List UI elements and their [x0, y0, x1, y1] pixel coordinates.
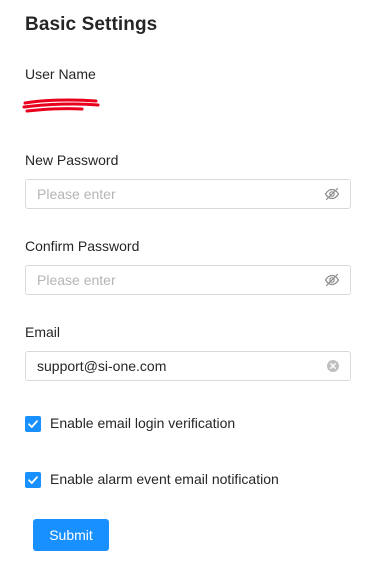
check-icon: [28, 420, 38, 428]
alarm-email-notification-label[interactable]: Enable alarm event email notification: [50, 471, 279, 487]
alarm-email-notification-checkbox[interactable]: [25, 472, 41, 488]
new-password-label: New Password: [25, 152, 119, 168]
confirm-password-label: Confirm Password: [25, 238, 140, 254]
check-icon: [28, 476, 38, 484]
email-value: support@si-one.com: [37, 358, 167, 374]
basic-settings-page: Basic Settings User Name New Password Pl…: [0, 0, 371, 573]
eye-invisible-icon[interactable]: [324, 272, 340, 288]
redacted-user-name: [22, 98, 100, 113]
email-login-verification-checkbox[interactable]: [25, 416, 41, 432]
email-input[interactable]: support@si-one.com: [25, 351, 351, 381]
clear-icon[interactable]: [326, 359, 340, 373]
new-password-input[interactable]: Please enter: [25, 179, 351, 209]
confirm-password-input[interactable]: Please enter: [25, 265, 351, 295]
new-password-placeholder: Please enter: [37, 186, 116, 202]
email-login-verification-label[interactable]: Enable email login verification: [50, 415, 235, 431]
user-name-label: User Name: [25, 66, 96, 82]
email-label: Email: [25, 324, 61, 340]
confirm-password-placeholder: Please enter: [37, 272, 116, 288]
page-title: Basic Settings: [25, 14, 158, 35]
submit-button[interactable]: Submit: [33, 519, 109, 551]
eye-invisible-icon[interactable]: [324, 186, 340, 202]
